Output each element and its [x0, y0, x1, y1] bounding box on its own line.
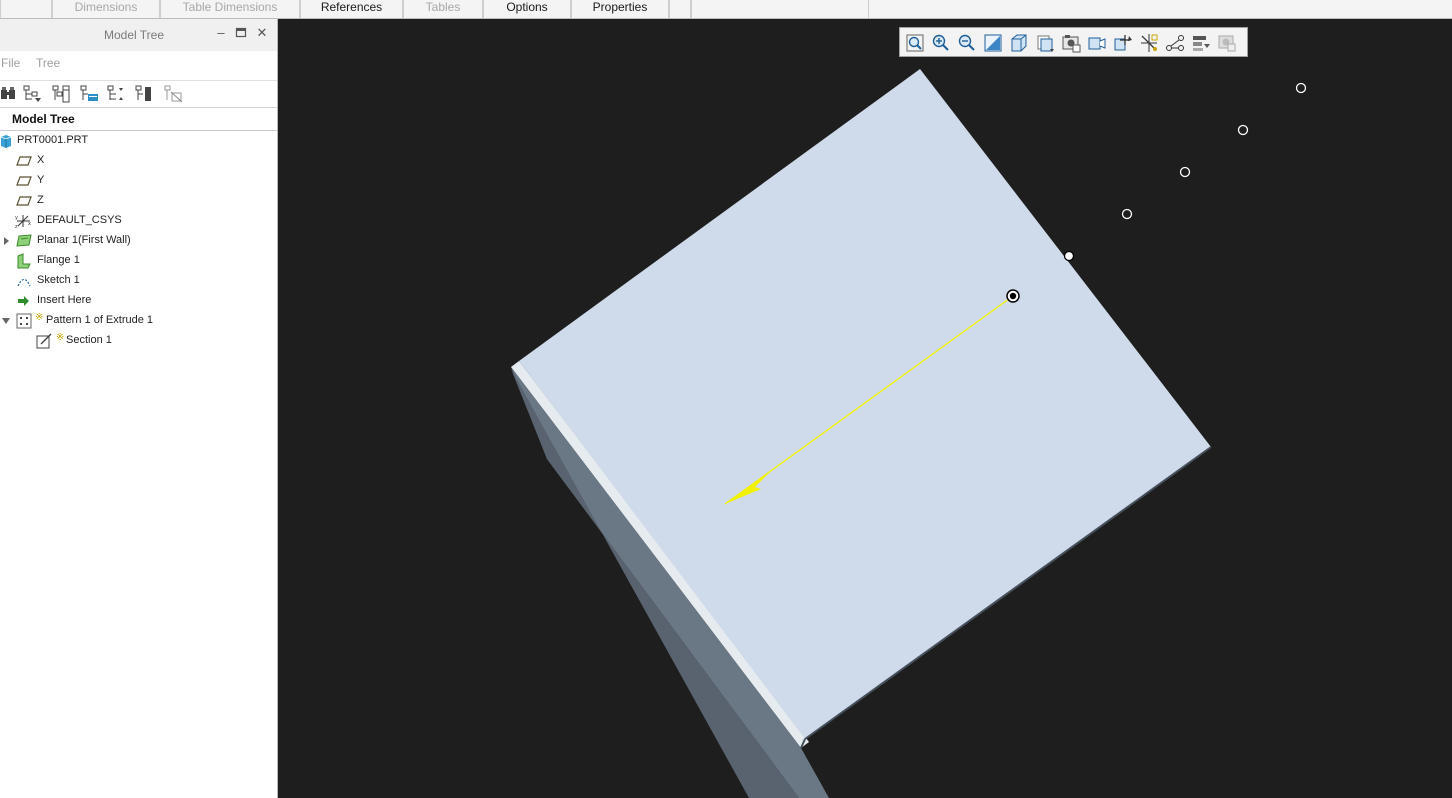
refit-icon[interactable]	[905, 33, 925, 53]
insert-arrow-icon	[16, 293, 32, 309]
regen-marker: ※	[56, 332, 65, 343]
view-manager-icon[interactable]	[1061, 33, 1081, 53]
drag-handle-center	[1009, 292, 1017, 300]
model-graphics[interactable]	[279, 19, 1452, 798]
svg-text:z: z	[15, 224, 18, 229]
tab-properties[interactable]: Properties	[571, 0, 669, 18]
perspective-icon[interactable]	[1087, 33, 1107, 53]
collapse-all-icon[interactable]	[134, 84, 154, 104]
pattern-member-marker[interactable]	[1237, 124, 1249, 136]
menu-tree[interactable]: Tree	[36, 56, 60, 70]
tree-item-sketch-1[interactable]: Sketch 1	[0, 272, 277, 290]
tree-item-flange-1[interactable]: Flange 1	[0, 252, 277, 270]
datum-display-icon[interactable]	[1139, 33, 1159, 53]
part-icon	[0, 133, 16, 149]
disabled-filter-icon[interactable]	[1217, 33, 1237, 53]
datum-plane-icon	[16, 173, 32, 189]
tree-item-insert-here[interactable]: Insert Here	[0, 292, 277, 310]
tree-item-label: Flange 1	[37, 254, 80, 266]
tab-dimensions[interactable]: Dimensions	[52, 0, 160, 18]
pattern-icon	[16, 313, 32, 329]
tree-item-datum-x[interactable]: X	[0, 152, 277, 170]
svg-text:x: x	[28, 221, 31, 227]
tree-item-label: X	[37, 154, 45, 166]
flange-icon	[16, 253, 32, 269]
tree-item-label: Z	[37, 194, 44, 206]
expand-arrow-icon[interactable]	[1, 236, 11, 246]
tree-item-label: Pattern 1 of Extrude 1	[46, 314, 154, 326]
sketch-icon	[16, 273, 32, 289]
planar-wall-icon	[16, 233, 32, 249]
maximize-icon[interactable]	[234, 26, 248, 40]
panel-title-bar: Model Tree – ✕	[0, 19, 277, 51]
sheet-top-face[interactable]	[519, 69, 1211, 739]
menu-file[interactable]: File	[1, 56, 20, 70]
tree-item-pattern-1[interactable]: ※ Pattern 1 of Extrude 1	[0, 312, 277, 330]
graphics-toolbar	[899, 27, 1248, 57]
tree-item-datum-z[interactable]: Z	[0, 192, 277, 210]
tree-item-planar-1[interactable]: Planar 1(First Wall)	[0, 232, 277, 250]
spin-center-icon[interactable]	[1113, 33, 1133, 53]
annotation-display-icon[interactable]	[1165, 33, 1185, 53]
tree-filters-icon[interactable]	[79, 84, 99, 104]
appearance-icon[interactable]	[1191, 33, 1211, 53]
tree-item-part[interactable]: PRT0001.PRT	[0, 132, 277, 150]
tree-item-section-1[interactable]: ※ Section 1	[0, 332, 277, 350]
ribbon-tab-bar: Dimensions Table Dimensions References T…	[0, 0, 1452, 19]
repaint-icon[interactable]	[983, 33, 1003, 53]
tree-item-label: Section 1	[66, 334, 112, 346]
collapse-arrow-icon[interactable]	[1, 316, 11, 326]
zoom-out-icon[interactable]	[957, 33, 977, 53]
datum-plane-icon	[16, 193, 32, 209]
pattern-member-marker[interactable]	[1063, 250, 1075, 262]
minimize-icon[interactable]: –	[214, 26, 228, 40]
tab-spacer	[669, 0, 691, 18]
show-icon[interactable]	[0, 84, 20, 104]
tree-item-label: DEFAULT_CSYS	[37, 214, 122, 226]
expand-all-icon[interactable]	[106, 84, 126, 104]
model-tree-panel: Model Tree – ✕ File Tree Model Tree PRT0…	[0, 19, 278, 798]
regen-marker: ※	[35, 312, 44, 323]
tree-column-header: Model Tree	[12, 112, 75, 126]
filter-settings-icon[interactable]	[22, 84, 42, 104]
section-icon	[36, 333, 52, 349]
divider	[0, 130, 277, 131]
tab-table-dimensions[interactable]: Table Dimensions	[160, 0, 300, 18]
zoom-in-icon[interactable]	[931, 33, 951, 53]
tree-item-default-csys[interactable]: y x z DEFAULT_CSYS	[0, 212, 277, 230]
tree-item-label: Sketch 1	[37, 274, 80, 286]
creo-window: Dimensions Table Dimensions References T…	[0, 0, 1452, 798]
close-icon[interactable]: ✕	[255, 26, 269, 40]
datum-plane-icon	[16, 153, 32, 169]
tab-tables[interactable]: Tables	[403, 0, 483, 18]
tab-references[interactable]: References	[300, 0, 403, 18]
tree-item-label: Planar 1(First Wall)	[37, 234, 131, 246]
saved-orientations-icon[interactable]	[1035, 33, 1055, 53]
hide-icon[interactable]	[163, 84, 183, 104]
csys-icon: y x z	[15, 213, 31, 230]
tree-item-label: PRT0001.PRT	[17, 134, 89, 146]
pattern-member-marker[interactable]	[1121, 208, 1133, 220]
model-tree-toolbar	[0, 80, 277, 108]
svg-text:y: y	[15, 215, 18, 221]
tab-spacer	[691, 0, 869, 18]
graphics-viewport[interactable]	[279, 19, 1452, 798]
tree-item-label: Insert Here	[37, 294, 92, 306]
pattern-member-marker[interactable]	[1295, 82, 1307, 94]
tree-item-datum-y[interactable]: Y	[0, 172, 277, 190]
columns-icon[interactable]	[51, 84, 71, 104]
tree-item-label: Y	[37, 174, 45, 186]
tab-options[interactable]: Options	[483, 0, 571, 18]
pattern-member-marker[interactable]	[1179, 166, 1191, 178]
display-style-icon[interactable]	[1009, 33, 1029, 53]
tab-spacer	[0, 0, 52, 18]
